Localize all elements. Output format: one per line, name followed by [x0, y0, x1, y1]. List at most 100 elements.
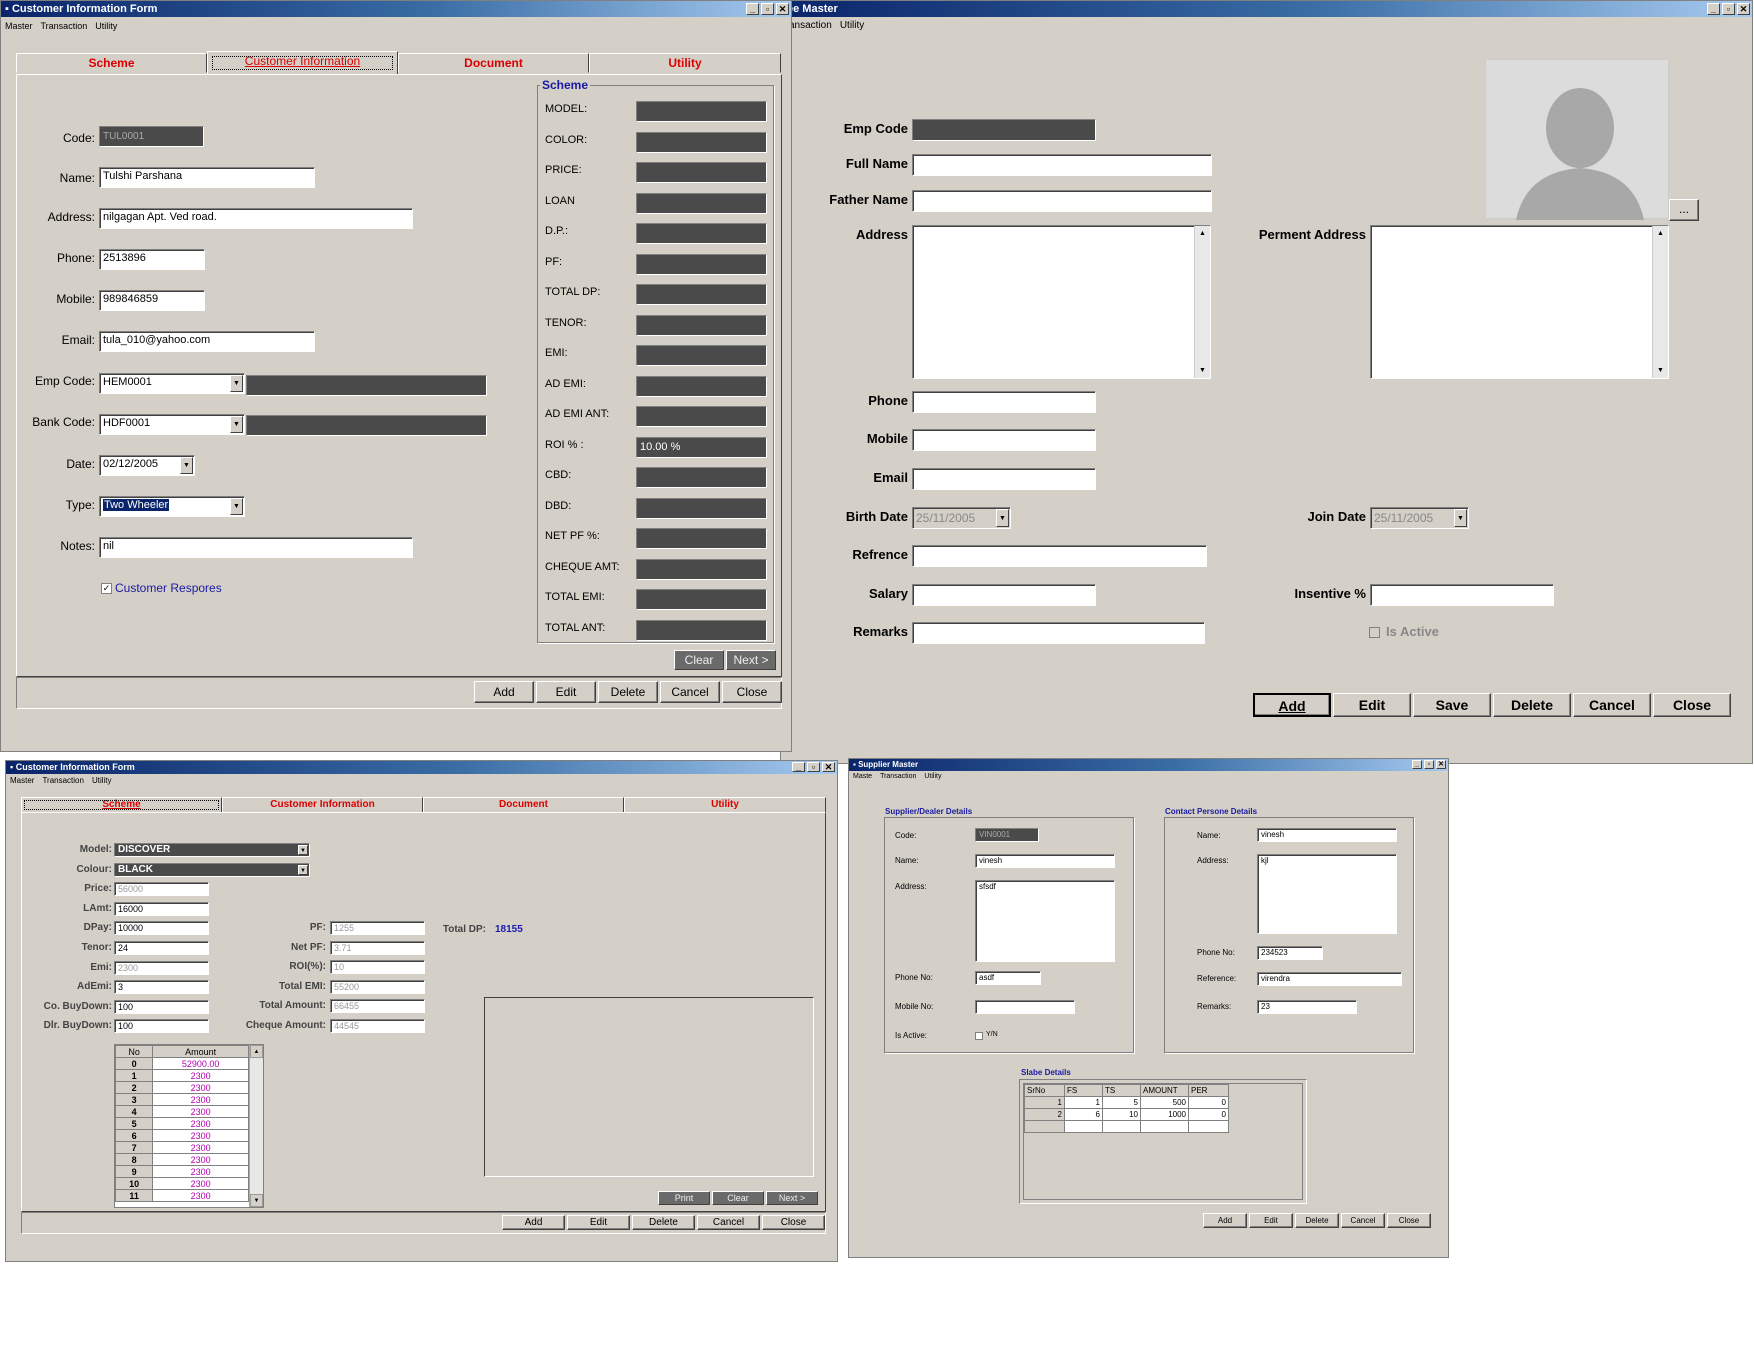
edit-button[interactable]: Edit [536, 681, 596, 703]
table-row[interactable]: 8 2300 [115, 1153, 249, 1166]
scroll-up-icon[interactable]: ▲ [250, 1045, 263, 1058]
add-button[interactable]: Add [502, 1215, 565, 1230]
table-row[interactable]: 1 1 5 500 0 [1024, 1096, 1229, 1109]
scheme-field-value[interactable] [636, 375, 767, 397]
field-input[interactable]: 66455 [330, 999, 425, 1014]
field-select[interactable]: BLACK ▼ [114, 862, 310, 877]
menu-utility[interactable]: Utility [924, 773, 941, 780]
type-select[interactable]: Two Wheeler ▼ [99, 496, 245, 517]
scheme-field-value[interactable] [636, 162, 767, 183]
cancel-button[interactable]: Cancel [697, 1215, 760, 1230]
emp-code-select[interactable]: HEM0001 ▼ [99, 373, 245, 394]
scheme-field-value[interactable] [636, 253, 767, 275]
scheme-field-value[interactable] [636, 528, 767, 549]
email-field[interactable]: tula_010@yahoo.com [99, 331, 315, 352]
menu-utility[interactable]: Utility [840, 20, 864, 31]
tab-scheme[interactable]: Scheme [21, 797, 222, 813]
delete-button[interactable]: Delete [1295, 1213, 1339, 1228]
is-active-checkbox[interactable] [975, 1032, 983, 1040]
scheme-field-value[interactable] [636, 619, 767, 641]
chevron-down-icon[interactable]: ▼ [996, 509, 1009, 527]
close-button[interactable]: Close [1653, 693, 1731, 717]
field-select[interactable]: DISCOVER ▼ [114, 843, 310, 857]
tab-utility[interactable]: Utility [589, 53, 781, 73]
field-input[interactable]: 16000 [114, 901, 209, 916]
tab-document[interactable]: Document [398, 53, 589, 73]
close-icon[interactable]: ✕ [822, 762, 835, 772]
menu-transaction[interactable]: Transaction [42, 776, 84, 785]
table-row[interactable]: 6 2300 [115, 1129, 249, 1142]
menu-utility[interactable]: Utility [95, 21, 117, 31]
salary-field[interactable] [912, 584, 1096, 606]
table-row[interactable]: 9 2300 [115, 1165, 249, 1178]
scroll-down-icon[interactable]: ▼ [250, 1194, 263, 1207]
field-input[interactable]: 1255 [330, 921, 425, 935]
scheme-field-value[interactable] [636, 467, 767, 488]
table-row[interactable]: 0 52900.00 [115, 1057, 249, 1070]
scroll-down-icon[interactable]: ▼ [1195, 363, 1210, 378]
field-input[interactable]: 44545 [330, 1019, 425, 1033]
restore-icon[interactable]: ▫ [761, 3, 774, 15]
tab-customer-information[interactable]: Customer Information [222, 797, 423, 813]
field-input[interactable]: 56000 [114, 882, 209, 897]
minimize-icon[interactable]: _ [1707, 3, 1720, 15]
scheme-field-value[interactable] [636, 284, 767, 305]
next-button[interactable]: Next > [726, 650, 776, 670]
close-button[interactable]: Close [722, 681, 782, 703]
scheme-field-value[interactable]: 10.00 % [636, 436, 767, 458]
scrollbar[interactable]: ▲ ▼ [249, 1045, 263, 1207]
menu-transaction[interactable]: ansaction [789, 20, 832, 31]
email-field[interactable] [912, 468, 1096, 490]
contact-remarks-field[interactable]: 23 [1257, 1000, 1357, 1014]
menu-utility[interactable]: Utility [92, 776, 112, 785]
clear-button[interactable]: Clear [712, 1191, 764, 1205]
chevron-down-icon[interactable]: ▼ [298, 864, 308, 875]
chevron-down-icon[interactable]: ▼ [180, 457, 193, 474]
cancel-button[interactable]: Cancel [1341, 1213, 1385, 1228]
field-input[interactable]: 100 [114, 999, 209, 1014]
full-name-field[interactable] [912, 154, 1212, 176]
chevron-down-icon[interactable]: ▼ [1454, 509, 1467, 527]
notes-field[interactable]: nil [99, 537, 413, 558]
clear-button[interactable]: Clear [674, 650, 724, 670]
date-picker[interactable]: 02/12/2005 ▼ [99, 455, 195, 476]
scheme-field-value[interactable] [636, 131, 767, 153]
menu-transaction[interactable]: Transaction [880, 773, 916, 780]
customer-response-checkbox[interactable]: ✓ [101, 583, 112, 594]
phone-field[interactable] [912, 391, 1096, 413]
table-row[interactable]: 2 2300 [115, 1081, 249, 1094]
chevron-down-icon[interactable]: ▼ [230, 416, 243, 433]
insentive-field[interactable] [1370, 584, 1554, 606]
name-field[interactable]: Tulshi Parshana [99, 167, 315, 188]
field-input[interactable]: 3.71 [330, 940, 425, 955]
field-input[interactable]: 55200 [330, 979, 425, 994]
table-row[interactable]: 3 2300 [115, 1093, 249, 1106]
scroll-up-icon[interactable]: ▲ [1653, 226, 1668, 241]
chevron-down-icon[interactable]: ▼ [230, 375, 243, 392]
address-field[interactable]: nilgagan Apt. Ved road. [99, 208, 413, 229]
save-button[interactable]: Save [1413, 693, 1491, 717]
print-button[interactable]: Print [658, 1191, 710, 1205]
table-row[interactable]: 5 2300 [115, 1117, 249, 1130]
close-icon[interactable]: ✕ [776, 3, 789, 15]
menu-master[interactable]: Master [5, 21, 33, 31]
scheme-field-value[interactable] [636, 223, 767, 244]
mobile-field[interactable] [975, 1000, 1075, 1014]
scheme-field-value[interactable] [636, 558, 767, 580]
next-button[interactable]: Next > [766, 1191, 818, 1205]
add-button[interactable]: Add [474, 681, 534, 703]
code-field[interactable]: VIN0001 [975, 828, 1039, 842]
maximize-icon[interactable]: ▫ [1722, 3, 1735, 15]
field-input[interactable]: 24 [114, 941, 209, 955]
perm-address-field[interactable]: ▲ ▼ [1370, 225, 1669, 379]
mobile-field[interactable] [912, 429, 1096, 451]
field-input[interactable]: 100 [114, 1019, 209, 1034]
address-field[interactable]: sfsdf [975, 880, 1115, 962]
menu-master[interactable]: Maste [853, 773, 872, 780]
field-input[interactable]: 3 [114, 980, 209, 995]
cancel-button[interactable]: Cancel [660, 681, 720, 703]
table-row[interactable]: 2 6 10 1000 0 [1024, 1108, 1229, 1121]
tab-customer-information[interactable]: Customer Information [207, 51, 398, 75]
scrollbar[interactable]: ▲ ▼ [1194, 226, 1210, 378]
scheme-field-value[interactable] [636, 497, 767, 519]
